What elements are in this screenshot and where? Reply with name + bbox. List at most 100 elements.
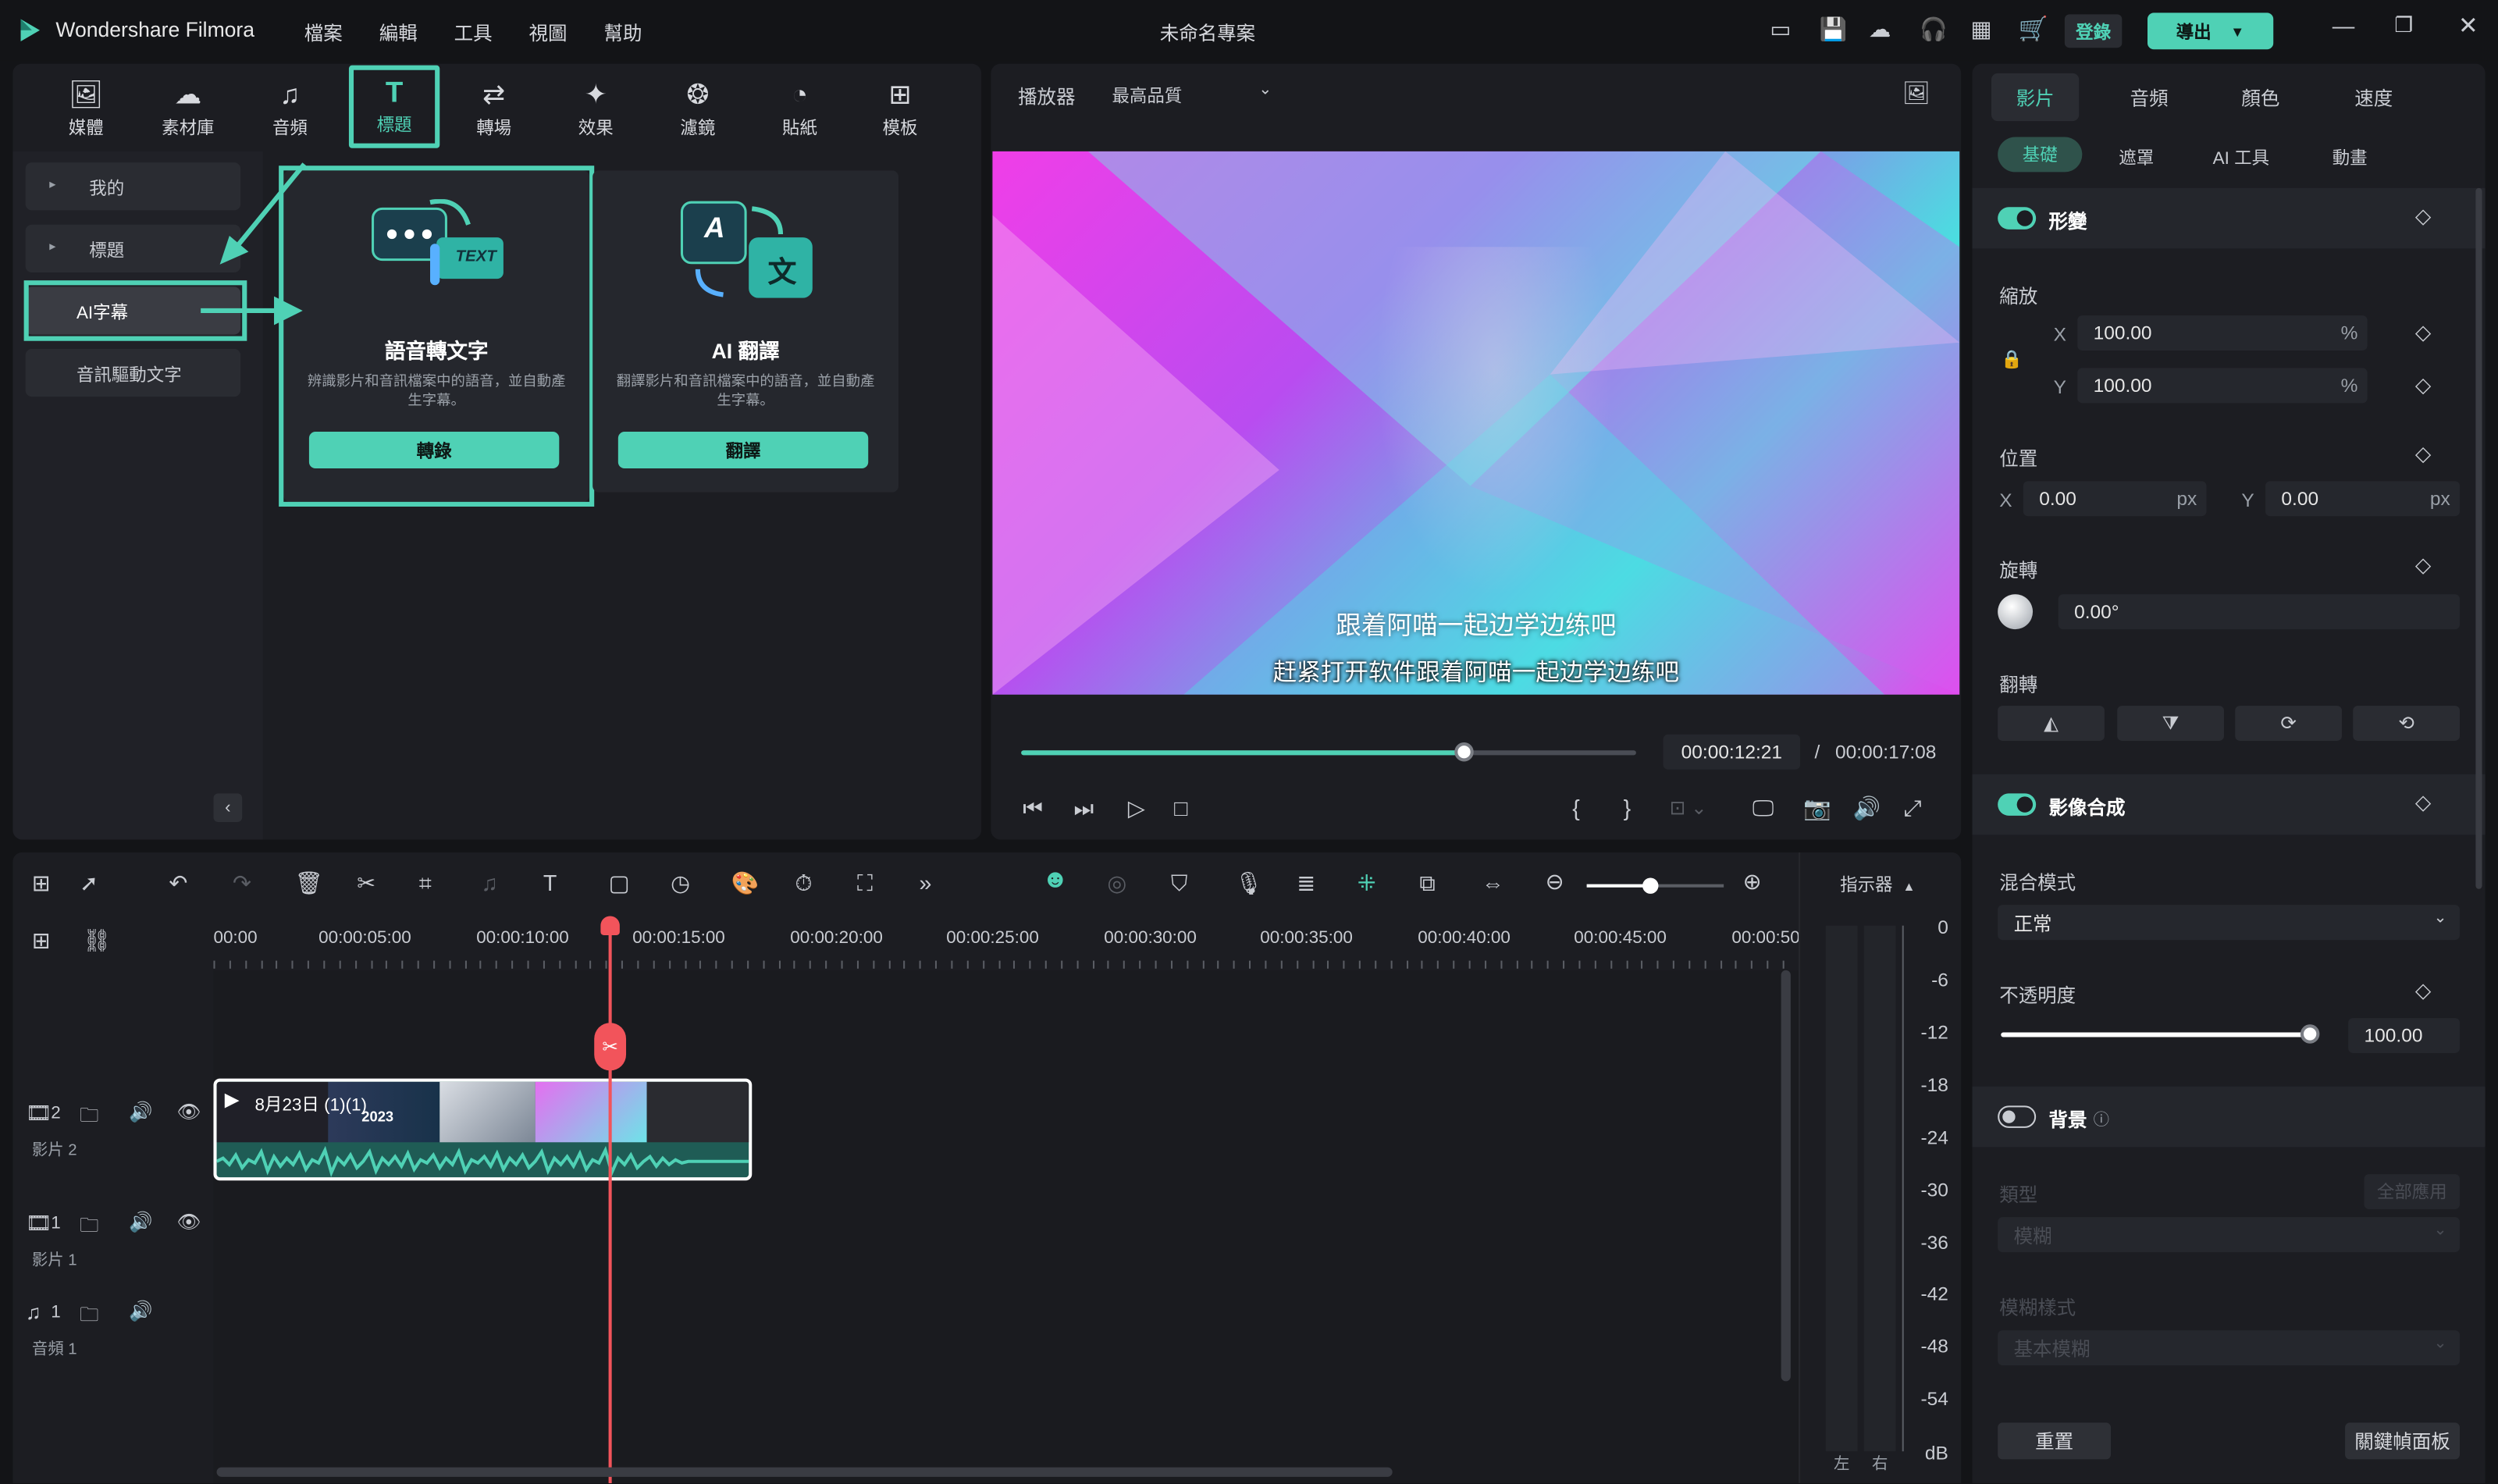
rotate-right-button[interactable]: ⟳	[2235, 706, 2342, 741]
cloud-icon[interactable]: ☁	[1869, 16, 1891, 43]
play-icon[interactable]: ▷	[1128, 795, 1145, 822]
keyframe-diamond-icon[interactable]: ◇	[2415, 320, 2431, 346]
keyframe-diamond-icon[interactable]: ◇	[2415, 790, 2431, 816]
mark-in-icon[interactable]: {	[1572, 795, 1580, 820]
opacity-input[interactable]: 100.00	[2348, 1018, 2460, 1053]
flip-vertical-button[interactable]: ⧩	[2117, 706, 2224, 741]
mark-out-icon[interactable]: }	[1624, 795, 1632, 820]
rotate-input[interactable]: 0.00°	[2058, 594, 2460, 630]
flip-horizontal-button[interactable]: ◭	[1998, 706, 2105, 741]
folder-icon[interactable]: 🗀	[80, 1101, 99, 1134]
redo-icon[interactable]: ↷	[233, 870, 251, 897]
opacity-slider-track[interactable]	[2001, 1024, 2320, 1044]
video-clip[interactable]: ▶ 8月23日 (1)(1) 2023	[213, 1078, 753, 1181]
indicator-dropdown[interactable]: 指示器 ▲	[1840, 871, 1935, 897]
keyframe-diamond-icon[interactable]: ◇	[2415, 441, 2431, 467]
display-icon[interactable]: 🖵	[1753, 795, 1774, 822]
eye-icon[interactable]: 👁	[177, 1101, 201, 1123]
lock-ratio-icon[interactable]: 🔒	[2001, 349, 2023, 369]
rotate-left-button[interactable]: ⟲	[2353, 706, 2460, 741]
keyframe-panel-button[interactable]: 關鍵幀面板	[2345, 1422, 2460, 1460]
timeline-ruler[interactable]: 00:00 00:00:05:00 00:00:10:00 00:00:15:0…	[213, 920, 1800, 970]
keyframe-diamond-icon[interactable]: ◇	[2415, 978, 2431, 1004]
color-palette-icon[interactable]: 🎨	[731, 870, 760, 897]
playhead-handle[interactable]	[600, 916, 620, 935]
speed-icon[interactable]: ◷	[671, 870, 690, 897]
more-tools-icon[interactable]: »	[920, 870, 932, 895]
quality-dropdown[interactable]: 最高品質 ⌄	[1099, 75, 1286, 110]
speaker-icon[interactable]: 🔊	[129, 1101, 153, 1123]
fit-icon[interactable]: ⛶	[857, 870, 873, 897]
menu-file[interactable]: 檔案	[304, 19, 343, 46]
marker-icon[interactable]: ⛉	[1171, 870, 1187, 897]
blend-mode-select[interactable]: 正常 ⌄	[1998, 905, 2460, 941]
eye-icon[interactable]: 👁	[177, 1211, 201, 1233]
save-icon[interactable]: 💾	[1820, 16, 1848, 43]
audio-edit-icon[interactable]: ♫	[481, 870, 497, 895]
undo-icon[interactable]: ↶	[169, 870, 187, 897]
stop-icon[interactable]: □	[1174, 795, 1187, 820]
add-track-icon[interactable]: ⊞	[32, 927, 51, 955]
blur-style-select[interactable]: 基本模糊 ⌄	[1998, 1330, 2460, 1365]
ai-assistant-icon[interactable]: ☻	[1042, 867, 1069, 895]
camera-icon[interactable]: 📷	[1803, 795, 1831, 822]
replace-icon[interactable]: ⇔	[1482, 870, 1504, 895]
subtab-mask[interactable]: 遮罩	[2119, 145, 2154, 171]
login-button[interactable]: 登錄	[2064, 14, 2123, 48]
apply-all-button[interactable]: 全部應用	[2364, 1174, 2460, 1209]
grid-icon[interactable]: ▦	[1970, 16, 1991, 43]
playback-progress-handle[interactable]	[1454, 742, 1474, 762]
composite-toggle[interactable]	[1998, 793, 2037, 816]
playback-progress-track[interactable]	[1021, 742, 1636, 762]
bg-type-select[interactable]: 模糊 ⌄	[1998, 1217, 2460, 1253]
fullscreen-icon[interactable]: ⤢	[1904, 795, 1922, 822]
tab-video[interactable]: 影片	[1991, 73, 2080, 122]
audio-mix-icon[interactable]: ≣	[1297, 870, 1315, 897]
current-time-box[interactable]: 00:00:12:21	[1663, 734, 1801, 770]
menu-edit[interactable]: 編輯	[379, 19, 418, 46]
zoom-slider-handle[interactable]	[1642, 877, 1659, 894]
zoom-slider-track[interactable]	[1586, 877, 1724, 894]
pos-y-input[interactable]: 0.00 px	[2265, 481, 2460, 517]
shape-tool-icon[interactable]: ▢	[609, 870, 630, 897]
delete-icon[interactable]: 🗑	[295, 870, 323, 897]
help-icon[interactable]: ⓘ	[2094, 1105, 2109, 1129]
background-toggle[interactable]	[1998, 1105, 2037, 1128]
split-marker-button[interactable]: ✂	[594, 1023, 627, 1071]
support-icon[interactable]: 🎧	[1920, 16, 1948, 43]
tab-audio-prop[interactable]: 音頻	[2130, 84, 2169, 112]
restore-icon[interactable]: ❐	[2394, 12, 2413, 38]
subtab-basic[interactable]: 基礎	[1998, 137, 2083, 173]
keyframe-diamond-icon[interactable]: ◇	[2415, 204, 2431, 230]
transform-toggle[interactable]	[1998, 207, 2037, 230]
pip-icon[interactable]: ⧉	[1419, 870, 1435, 897]
folder-icon[interactable]: 🗀	[80, 1300, 99, 1333]
render-preview-icon[interactable]: ◎	[1107, 870, 1126, 897]
export-button[interactable]: 導出 ▼	[2147, 12, 2274, 50]
menu-view[interactable]: 視圖	[529, 19, 568, 46]
select-tool-icon[interactable]: ➚	[80, 870, 98, 897]
layout-icon[interactable]: ▭	[1770, 16, 1791, 43]
rotate-dial[interactable]	[1998, 594, 2034, 630]
text-tool-icon[interactable]: T	[543, 870, 557, 895]
subtab-ai-tools[interactable]: AI 工具	[2213, 145, 2269, 171]
microphone-icon[interactable]: 🎙	[1235, 870, 1263, 897]
speaker-icon[interactable]: 🔊	[129, 1211, 153, 1233]
tab-color[interactable]: 顏色	[2241, 84, 2279, 112]
opacity-slider-handle[interactable]	[2300, 1024, 2320, 1044]
subtab-animation[interactable]: 動畫	[2333, 145, 2368, 171]
next-frame-icon[interactable]: ⏭	[1073, 795, 1094, 822]
timeline-vscrollbar[interactable]	[1781, 970, 1791, 1382]
snap-icon[interactable]: ⁜	[1358, 870, 1376, 897]
crop-icon[interactable]: ⌗	[419, 870, 432, 897]
scale-y-input[interactable]: 100.00 %	[2077, 368, 2368, 404]
timeline-hscrollbar[interactable]	[216, 1467, 1393, 1477]
minimize-icon[interactable]: —	[2333, 12, 2355, 38]
menu-help[interactable]: 幫助	[603, 19, 642, 46]
layout-grid-icon[interactable]: ⊞	[32, 870, 51, 897]
link-icon[interactable]: ⛓	[83, 927, 111, 955]
volume-icon[interactable]: 🔊	[1852, 795, 1881, 822]
keyframe-diamond-icon[interactable]: ◇	[2415, 553, 2431, 578]
properties-scrollbar[interactable]	[2475, 187, 2482, 889]
zoom-in-icon[interactable]: ⊕	[1743, 868, 1762, 895]
